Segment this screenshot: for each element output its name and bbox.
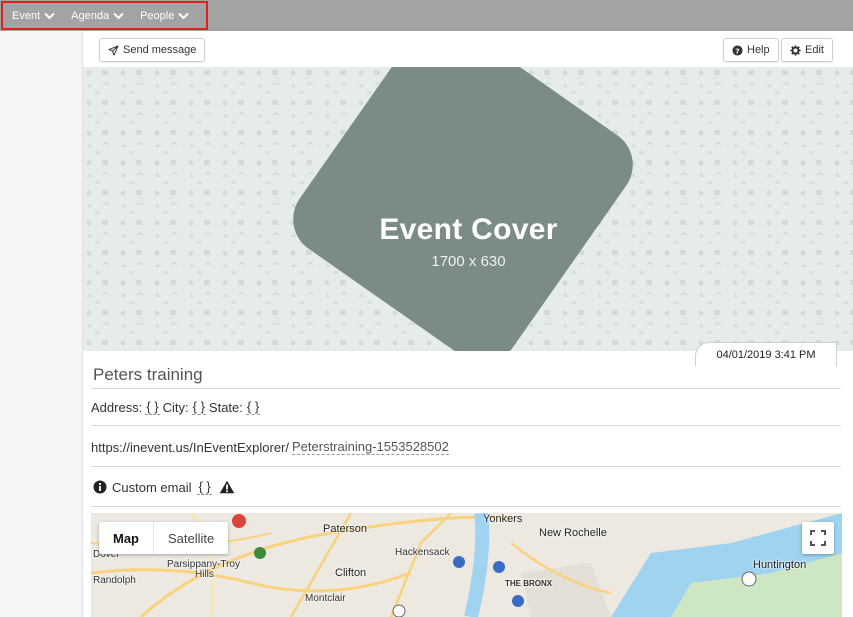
send-message-label: Send message — [123, 44, 197, 56]
paper-plane-icon — [108, 44, 119, 56]
map-label-paterson: Paterson — [323, 523, 368, 535]
map-label-clifton: Clifton — [335, 567, 367, 579]
custom-email-line: Custom email { } — [93, 479, 235, 495]
map-tab-satellite[interactable]: Satellite — [153, 522, 228, 554]
nav-highlight-box — [1, 1, 208, 30]
map-label-hills: Hills — [195, 569, 214, 580]
address-label: Address: — [91, 399, 143, 415]
map-label-randolph: Randolph — [93, 575, 136, 586]
help-label: Help — [747, 44, 770, 56]
address-line: Address: { } City: { } State: { } — [91, 399, 263, 415]
state-label: State: — [208, 399, 243, 415]
event-url: https://inevent.us/InEventExplorer/ Pete… — [91, 439, 449, 455]
custom-email-label: Custom email — [112, 479, 192, 495]
state-value[interactable]: { } — [245, 399, 261, 415]
event-name[interactable]: Peters training — [93, 365, 203, 385]
map-divider — [91, 506, 841, 507]
fullscreen-icon — [810, 530, 826, 546]
info-circle-icon — [93, 480, 107, 494]
url-slug[interactable]: Peterstraining-1553528502 — [292, 439, 449, 455]
warning-icon — [219, 480, 235, 494]
help-button[interactable]: ? Help — [723, 38, 779, 62]
top-navigation-bar: Event Agenda People — [0, 0, 853, 31]
event-panel: Send message ? Help Edit Event Cover 170… — [82, 31, 853, 617]
city-label: City: — [162, 399, 189, 415]
event-datetime[interactable]: 04/01/2019 3:41 PM — [695, 342, 837, 366]
map-label-new-rochelle: New Rochelle — [539, 527, 607, 539]
left-sidebar — [0, 31, 82, 617]
custom-email-row: Custom email { } — [91, 466, 841, 506]
cover-title: Event Cover — [379, 213, 558, 246]
map-tab-map[interactable]: Map — [99, 522, 153, 554]
custom-email-value[interactable]: { } — [197, 479, 212, 495]
map-label-montclair: Montclair — [305, 593, 346, 604]
address-value[interactable]: { } — [145, 399, 160, 415]
edit-label: Edit — [805, 44, 824, 56]
map-label-yonkers: Yonkers — [483, 513, 523, 525]
map-label-bronx: THE BRONX — [505, 579, 553, 588]
gear-icon — [790, 44, 801, 56]
city-value[interactable]: { } — [191, 399, 206, 415]
map-label-huntington: Huntington — [753, 559, 807, 571]
url-row: https://inevent.us/InEventExplorer/ Pete… — [91, 425, 841, 466]
event-cover-image[interactable]: Event Cover 1700 x 630 — [83, 67, 853, 351]
map-label-hackensack: Hackensack — [395, 547, 450, 558]
url-prefix: https://inevent.us/InEventExplorer/ — [91, 439, 289, 455]
svg-text:?: ? — [735, 46, 739, 55]
address-row: Address: { } City: { } State: { } — [91, 388, 841, 424]
send-message-button[interactable]: Send message — [99, 38, 206, 62]
question-circle-icon: ? — [732, 44, 743, 56]
edit-button[interactable]: Edit — [781, 38, 833, 62]
fullscreen-button[interactable] — [802, 522, 834, 554]
cover-size: 1700 x 630 — [431, 253, 506, 270]
location-map[interactable]: Paterson Yonkers New Rochelle Hackensack… — [91, 513, 842, 617]
map-type-toggle: Map Satellite — [99, 522, 229, 554]
